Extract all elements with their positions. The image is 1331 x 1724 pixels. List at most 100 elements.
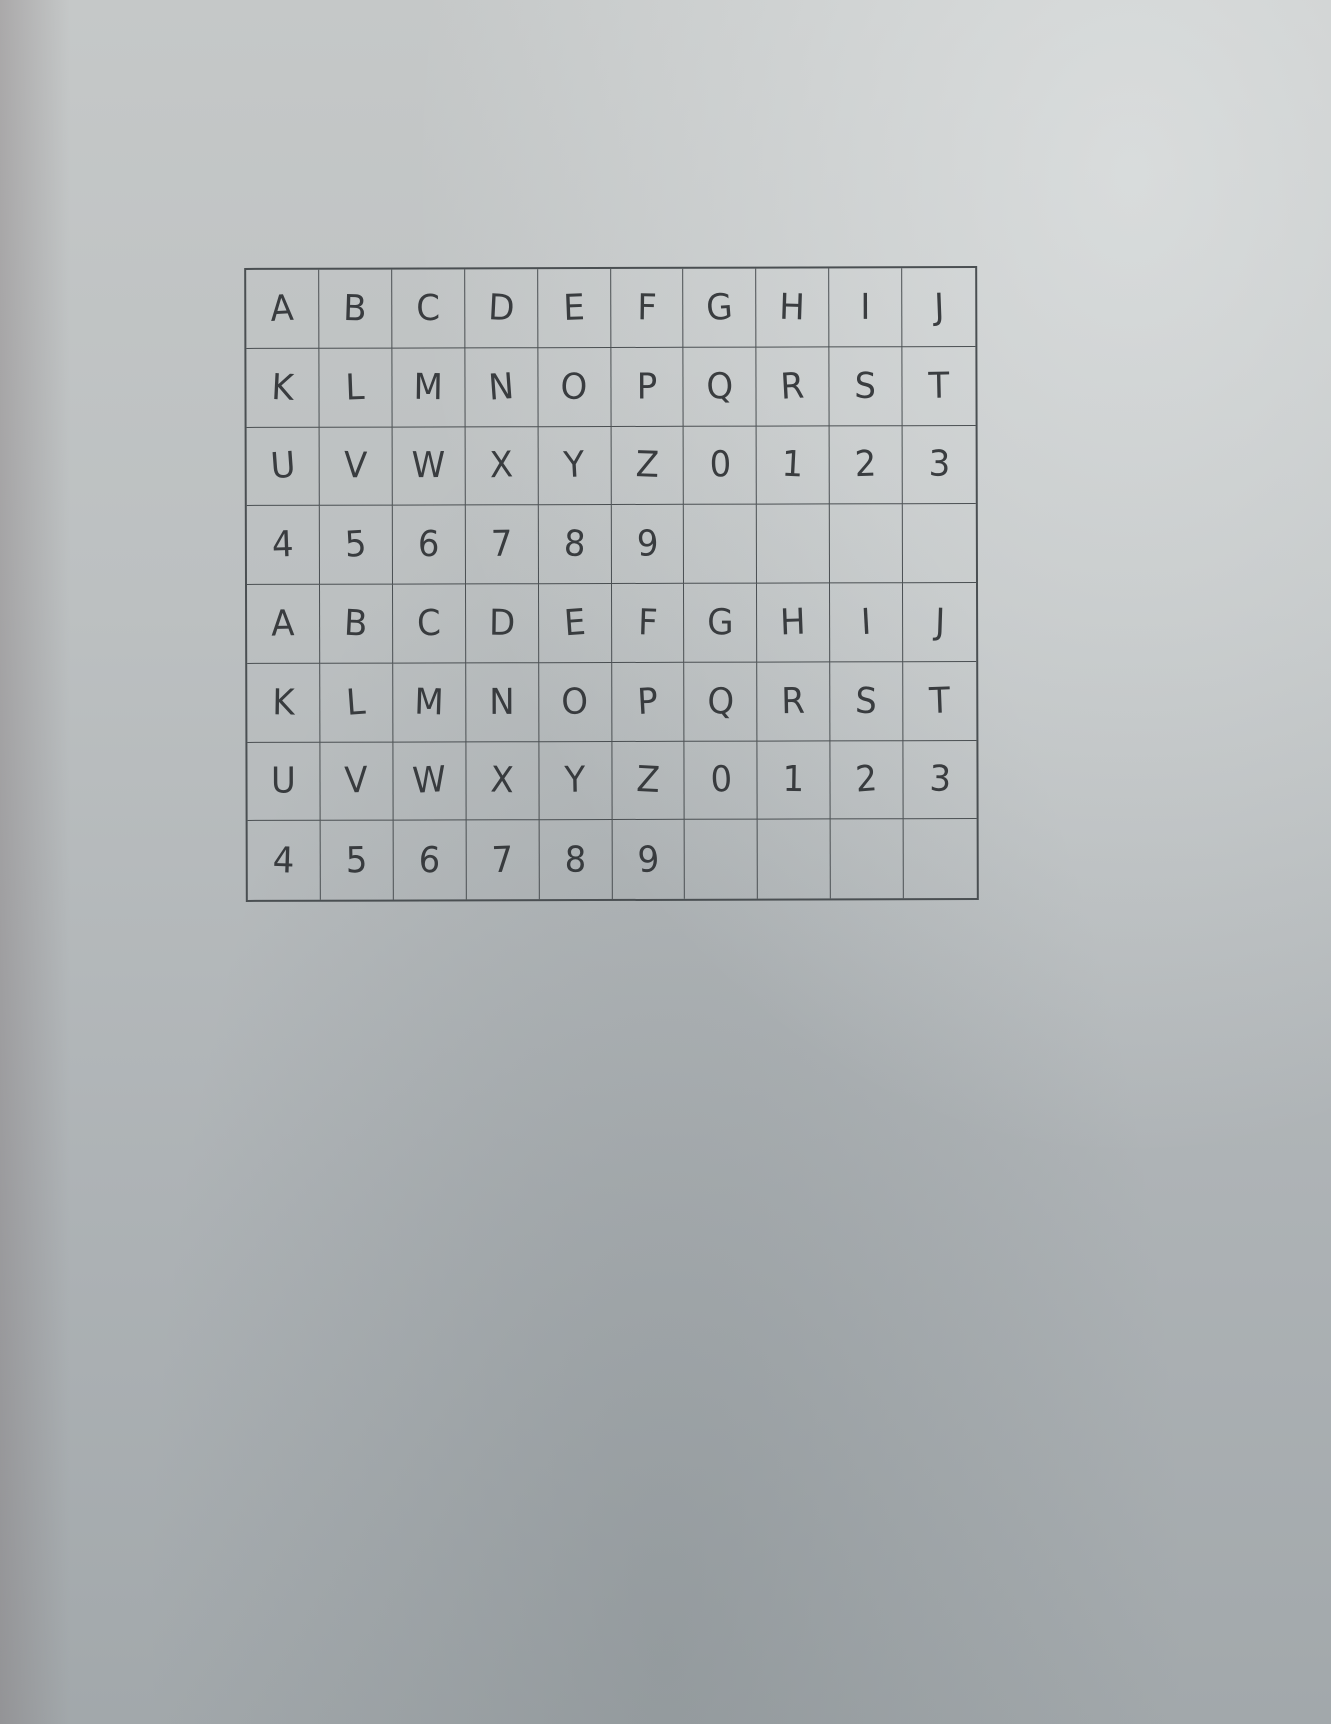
grid-char: M [413, 365, 444, 409]
grid-char: A [269, 287, 295, 331]
grid-cell: K [246, 348, 320, 428]
grid-cell [684, 504, 758, 584]
grid-cell: D [465, 584, 539, 664]
grid-cell: E [537, 269, 611, 348]
grid-char: X [488, 444, 514, 488]
grid-char: Y [564, 759, 586, 802]
grid-char: 2 [854, 757, 879, 802]
grid-cell: Z [611, 426, 685, 506]
grid-char: P [636, 679, 660, 724]
grid-char: 8 [562, 522, 587, 566]
grid-char: 6 [417, 523, 441, 566]
grid-char: J [933, 600, 946, 644]
grid-char: 5 [343, 523, 368, 567]
grid-cell: Y [539, 741, 613, 821]
grid-cell: S [830, 661, 904, 741]
grid-cell [902, 504, 976, 584]
grid-cell: F [610, 268, 684, 348]
grid-char: 4 [271, 523, 295, 567]
grid-char: 9 [635, 837, 661, 882]
grid-char: 4 [272, 839, 296, 882]
grid-cell: F [611, 583, 685, 663]
grid-char: V [343, 444, 368, 488]
grid-char: S [854, 679, 879, 723]
grid-cell: P [610, 347, 684, 427]
grid-cell: D [464, 269, 538, 349]
grid-char: W [411, 444, 446, 487]
grid-char: Q [705, 364, 734, 408]
grid-cell: 9 [611, 505, 685, 584]
grid-char: T [928, 364, 950, 407]
grid-cell: V [320, 742, 394, 822]
grid-char: E [562, 286, 586, 330]
grid-cell: C [391, 269, 466, 349]
grid-char: H [779, 600, 807, 644]
grid-cell: A [247, 584, 321, 664]
grid-cell: M [393, 663, 467, 743]
grid-cell: V [319, 427, 393, 507]
grid-cell: 4 [247, 821, 321, 900]
grid-char: F [636, 286, 657, 329]
grid-cell: O [538, 662, 612, 742]
grid-cell: N [465, 347, 539, 427]
grid-cell: L [319, 348, 393, 428]
grid-char: G [704, 285, 735, 330]
grid-char: R [779, 364, 806, 408]
grid-cell: Q [684, 662, 758, 742]
grid-cell: O [537, 347, 612, 427]
grid-char: U [268, 444, 297, 489]
grid-char: K [271, 681, 295, 724]
grid-char: L [345, 365, 366, 409]
grid-cell: 6 [392, 505, 466, 585]
grid-cell: 6 [393, 820, 467, 900]
grid-char: I [860, 600, 873, 644]
grid-cell: I [829, 268, 903, 348]
grid-char: M [413, 680, 445, 724]
grid-cell: W [393, 741, 467, 821]
grid-cell: H [757, 583, 831, 663]
grid-char: 3 [928, 443, 951, 486]
grid-char: X [489, 759, 515, 803]
grid-char: V [343, 759, 369, 803]
grid-char: B [343, 601, 369, 646]
grid-cell: X [465, 426, 539, 506]
grid-cell: 8 [539, 820, 613, 900]
grid-cell [757, 819, 832, 899]
grid-cell: U [247, 742, 321, 822]
grid-cell: K [247, 663, 321, 743]
grid-cell: 7 [466, 820, 540, 900]
grid-cell: Z [611, 741, 686, 821]
grid-cell: E [538, 584, 612, 663]
grid-char: Z [635, 758, 661, 802]
grid-char: U [270, 760, 296, 803]
grid-char: 7 [490, 523, 513, 566]
grid-cell: 8 [538, 505, 612, 585]
grid-cell [757, 504, 831, 584]
grid-char: J [933, 285, 945, 329]
grid-cell [830, 819, 904, 899]
grid-char: S [854, 364, 878, 408]
grid-char: P [636, 365, 658, 408]
grid-char: 2 [854, 443, 878, 487]
grid-char: 1 [782, 758, 805, 802]
grid-cell: A [246, 269, 320, 349]
grid-char: E [562, 601, 587, 645]
grid-cell: J [903, 583, 977, 662]
grid-cell: Q [683, 347, 757, 427]
grid-cell: 5 [319, 505, 393, 585]
paper-sheet: ABCDEFGHIJKLMNOPQRSTUVWXYZ0123456789ABCD… [0, 0, 1331, 1724]
grid-cell: 1 [756, 425, 830, 505]
grid-char: D [488, 601, 516, 645]
grid-cell: 5 [320, 820, 394, 900]
grid-char: L [345, 680, 368, 724]
character-grid: ABCDEFGHIJKLMNOPQRSTUVWXYZ0123456789ABCD… [244, 266, 979, 902]
grid-cell: S [829, 346, 903, 426]
grid-cell: 0 [684, 741, 758, 821]
grid-cell: W [392, 426, 466, 506]
grid-cell: 3 [903, 740, 977, 820]
grid-cell: B [319, 584, 394, 664]
grid-char: T [928, 679, 952, 723]
grid-cell: P [611, 662, 685, 742]
grid-cell: T [902, 346, 976, 426]
grid-cell [685, 819, 759, 899]
